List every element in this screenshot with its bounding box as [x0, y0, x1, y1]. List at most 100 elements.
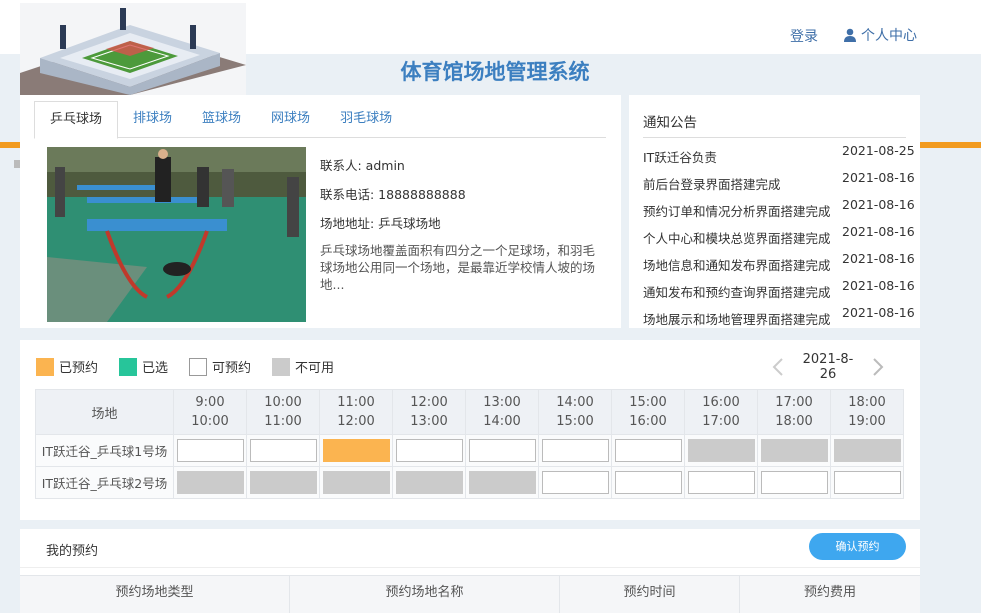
login-link[interactable]: 登录 — [790, 26, 818, 46]
notice-item[interactable]: 个人中心和模块总览界面搭建完成 2021-08-16 — [643, 224, 915, 251]
slot-available[interactable] — [249, 439, 317, 462]
slot-end: 17:00 — [702, 414, 740, 429]
notice-item[interactable]: 前后台登录界面搭建完成 2021-08-16 — [643, 170, 915, 197]
chevron-left-icon — [772, 358, 783, 376]
slot-start: 9:00 — [195, 395, 225, 410]
time-slot-header: 11:00 12:00 — [319, 389, 393, 435]
notice-item[interactable]: 场地展示和场地管理界面搭建完成 2021-08-16 — [643, 305, 915, 328]
slot-cell-wrap — [246, 434, 320, 467]
time-slot-header: 12:00 13:00 — [392, 389, 466, 435]
column-header: 预约费用 — [803, 585, 856, 600]
slot-unavailable — [760, 439, 828, 462]
legend-swatch — [119, 357, 138, 376]
date-nav: 2021-8-26 — [758, 352, 898, 382]
legend-swatch — [189, 357, 208, 376]
slot-available[interactable] — [395, 439, 463, 462]
slot-unavailable — [833, 439, 901, 462]
slot-cell-wrap — [684, 434, 758, 467]
slot-end: 11:00 — [264, 414, 302, 429]
slot-start: 17:00 — [775, 395, 813, 410]
confirm-booking-button[interactable]: 确认预约 — [809, 533, 906, 560]
court-row: IT跃迁谷_乒乓球2号场 — [35, 466, 904, 499]
slot-end: 14:00 — [483, 414, 521, 429]
notice-text: IT跃迁谷负责 — [643, 150, 717, 165]
slot-available[interactable] — [760, 471, 828, 494]
slot-end: 13:00 — [410, 414, 448, 429]
contact-person: 联系人: admin — [320, 158, 405, 173]
site-title: 体育馆场地管理系统 — [400, 60, 590, 84]
tab-badminton[interactable]: 羽毛球场 — [325, 101, 407, 138]
notice-item[interactable]: 预约订单和情况分析界面搭建完成 2021-08-16 — [643, 197, 915, 224]
time-slot-header: 10:00 11:00 — [246, 389, 320, 435]
slot-available[interactable] — [614, 439, 682, 462]
status-legend: 已预约 已选 可预约 不可用 — [36, 357, 355, 376]
court-name: IT跃迁谷_乒乓球1号场 — [35, 434, 174, 467]
notice-date: 2021-08-16 — [842, 305, 915, 320]
legend-item: 已预约 — [36, 357, 98, 376]
slot-booked — [322, 439, 390, 462]
slot-cell-wrap — [611, 434, 685, 467]
booking-panel: 已预约 已选 可预约 不可用 2021-8-26 场地 9:00 10:00 10:00 11… — [20, 340, 920, 520]
tab-volleyball[interactable]: 排球场 — [118, 101, 187, 138]
court-name: IT跃迁谷_乒乓球2号场 — [35, 466, 174, 499]
slot-start: 15:00 — [629, 395, 667, 410]
slot-start: 16:00 — [702, 395, 740, 410]
notice-date: 2021-08-25 — [842, 143, 915, 158]
notice-date: 2021-08-16 — [842, 251, 915, 266]
slot-available[interactable] — [541, 439, 609, 462]
slot-cell-wrap — [465, 434, 539, 467]
slot-unavailable — [249, 471, 317, 494]
slot-available[interactable] — [176, 439, 244, 462]
slot-unavailable — [395, 471, 463, 494]
venue-description: 乒乓球场地覆盖面积有四分之一个足球场，和羽毛球场地公用同一个场地，是最靠近学校情… — [320, 243, 596, 292]
court-row: IT跃迁谷_乒乓球1号场 — [35, 434, 904, 467]
legend-swatch — [272, 357, 291, 376]
legend-item: 不可用 — [272, 357, 334, 376]
accent-stripe-left — [0, 142, 22, 148]
notice-text: 前后台登录界面搭建完成 — [643, 177, 781, 192]
slot-available[interactable] — [468, 439, 536, 462]
slot-end: 16:00 — [629, 414, 667, 429]
slot-cell-wrap — [319, 466, 393, 499]
slot-start: 11:00 — [337, 395, 375, 410]
tab-basketball[interactable]: 篮球场 — [187, 101, 256, 138]
venue-address: 场地地址: 乒乓球场地 — [320, 216, 441, 231]
notice-item[interactable]: 通知发布和预约查询界面搭建完成 2021-08-16 — [643, 278, 915, 305]
user-center-link[interactable]: 个人中心 — [843, 25, 917, 45]
notice-item[interactable]: IT跃迁谷负责 2021-08-25 — [643, 143, 915, 170]
chevron-right-icon — [873, 358, 884, 376]
venue-photo — [47, 147, 306, 322]
legend-label: 已预约 — [59, 361, 99, 376]
my-booking-title: 我的预约 — [46, 544, 99, 559]
notice-item[interactable]: 场地信息和通知发布界面搭建完成 2021-08-16 — [643, 251, 915, 278]
notice-date: 2021-08-16 — [842, 170, 915, 185]
notice-date: 2021-08-16 — [842, 197, 915, 212]
accent-stripe-right — [918, 142, 981, 148]
slot-cell-wrap — [830, 434, 904, 467]
tab-tennis[interactable]: 网球场 — [256, 101, 325, 138]
slot-end: 15:00 — [556, 414, 594, 429]
legend-item: 已选 — [119, 357, 168, 376]
slot-available[interactable] — [614, 471, 682, 494]
slot-available[interactable] — [687, 471, 755, 494]
slot-end: 10:00 — [191, 414, 229, 429]
slot-available[interactable] — [541, 471, 609, 494]
time-slot-header: 16:00 17:00 — [684, 389, 758, 435]
slot-available[interactable] — [833, 471, 901, 494]
legend-label: 已选 — [142, 361, 169, 376]
prev-day-button[interactable] — [758, 355, 798, 379]
slot-unavailable — [322, 471, 390, 494]
time-slot-header: 17:00 18:00 — [757, 389, 831, 435]
legend-item: 可预约 — [189, 357, 251, 376]
slot-cell-wrap — [173, 434, 247, 467]
column-header: 预约场地名称 — [290, 576, 560, 613]
slot-cell-wrap — [830, 466, 904, 499]
next-day-button[interactable] — [858, 355, 898, 379]
notice-date: 2021-08-16 — [842, 224, 915, 239]
my-booking-panel: 我的预约 确认预约 预约场地类型 预约场地名称 预约时间 预约费用 — [20, 529, 920, 613]
notice-list: IT跃迁谷负责 2021-08-25 前后台登录界面搭建完成 2021-08-16 预约… — [643, 143, 915, 328]
slot-cell-wrap — [392, 466, 466, 499]
tab-pingpong[interactable]: 乒乓球场 — [34, 101, 119, 139]
user-icon — [844, 28, 856, 42]
time-slot-header: 18:00 19:00 — [830, 389, 904, 435]
